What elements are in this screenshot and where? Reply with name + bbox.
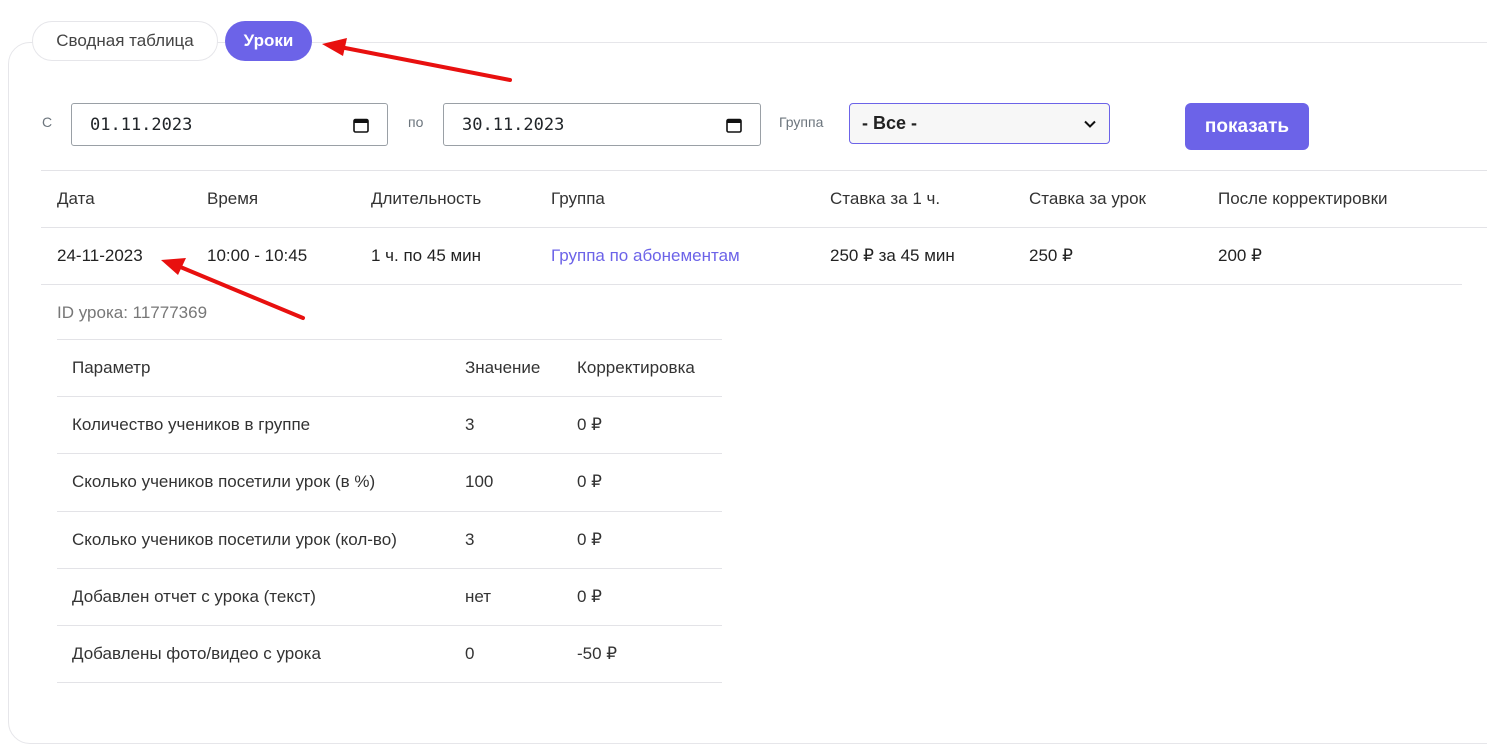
details-divider	[57, 396, 722, 397]
date-from-value: 01.11.2023	[90, 114, 193, 135]
details-divider	[57, 625, 722, 626]
column-header-time: Время	[207, 189, 259, 208]
details-param: Добавлены фото/видео с урока	[72, 644, 321, 663]
lesson-id: ID урока: 11777369	[57, 303, 208, 322]
table-divider	[41, 284, 1462, 285]
calendar-icon[interactable]	[353, 117, 369, 133]
calendar-icon[interactable]	[726, 117, 742, 133]
date-to-value: 30.11.2023	[462, 114, 565, 135]
table-divider	[41, 227, 1487, 228]
date-from-input[interactable]: 01.11.2023	[71, 103, 388, 146]
details-value: 3	[465, 530, 475, 549]
details-value: 0	[465, 644, 475, 663]
to-label: по	[408, 114, 424, 130]
lesson-group-link[interactable]: Группа по абонементам	[551, 246, 740, 266]
tab-summary[interactable]: Сводная таблица	[32, 21, 218, 61]
group-select[interactable]: - Все -	[849, 103, 1110, 144]
details-value: 3	[465, 415, 475, 434]
group-select-value: - Все -	[862, 113, 918, 133]
details-correction: 0 ₽	[577, 530, 602, 549]
lesson-duration: 1 ч. по 45 мин	[371, 246, 482, 265]
group-label: Группа	[779, 114, 824, 130]
chevron-down-icon	[1084, 120, 1096, 128]
lesson-date: 24-11-2023	[57, 246, 143, 265]
column-header-after-correction: После корректировки	[1218, 189, 1388, 208]
details-correction: 0 ₽	[577, 415, 602, 434]
details-param: Сколько учеников посетили урок (в %)	[72, 472, 376, 491]
details-value: нет	[465, 587, 492, 606]
details-divider	[57, 682, 722, 683]
tab-lessons[interactable]: Уроки	[225, 21, 312, 61]
lesson-after-correction: 200 ₽	[1218, 246, 1262, 265]
date-to-input[interactable]: 30.11.2023	[443, 103, 761, 146]
details-divider	[57, 453, 722, 454]
details-param: Добавлен отчет с урока (текст)	[72, 587, 316, 606]
details-param: Количество учеников в группе	[72, 415, 311, 434]
table-divider	[41, 170, 1487, 171]
details-value: 100	[465, 472, 494, 491]
details-correction: 0 ₽	[577, 587, 602, 606]
details-divider	[57, 568, 722, 569]
show-button[interactable]: показать	[1185, 103, 1309, 150]
lesson-time: 10:00 - 10:45	[207, 246, 308, 265]
column-header-duration: Длительность	[371, 189, 482, 208]
lesson-hour-rate: 250 ₽ за 45 мин	[830, 246, 955, 265]
column-header-date: Дата	[57, 189, 95, 208]
lesson-rate: 250 ₽	[1029, 246, 1073, 265]
details-divider	[57, 339, 722, 340]
column-header-hour-rate: Ставка за 1 ч.	[830, 189, 941, 208]
column-header-lesson-rate: Ставка за урок	[1029, 189, 1146, 208]
details-correction: -50 ₽	[577, 644, 618, 663]
details-header-correction: Корректировка	[577, 358, 695, 377]
details-param: Сколько учеников посетили урок (кол-во)	[72, 530, 397, 549]
details-divider	[57, 511, 722, 512]
details-header-param: Параметр	[72, 358, 151, 377]
from-label: С	[42, 114, 53, 130]
column-header-group: Группа	[551, 189, 605, 208]
details-correction: 0 ₽	[577, 472, 602, 491]
details-header-value: Значение	[465, 358, 541, 377]
